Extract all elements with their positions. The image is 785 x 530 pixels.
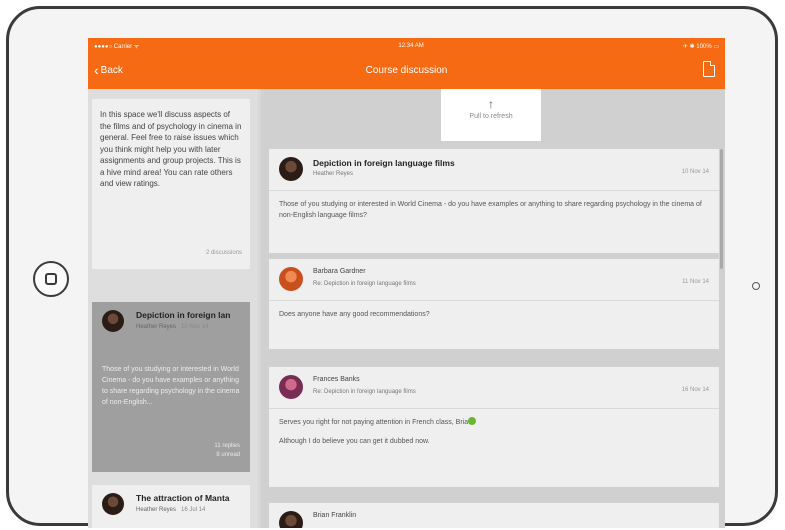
discussion-item[interactable]: Depiction in foreign lan Heather Reyes 10…	[92, 302, 250, 472]
avatar	[279, 375, 303, 399]
avatar	[102, 493, 124, 515]
page-title: Course discussion	[365, 65, 448, 76]
discussion-stats: 11 replies 8 unread	[214, 442, 240, 460]
tablet-frame: ●●●●○ Carrier ᯤ 12:34 AM ✈ ✱ 100% ▭ ‹ Ba…	[6, 6, 778, 528]
arrow-up-icon: ↑	[488, 97, 494, 111]
discussion-item[interactable]: The attraction of Manta Heather Reyes 16 …	[92, 485, 250, 528]
discussion-date: 16 Jul 14	[181, 507, 206, 513]
nav-bar: ‹ Back Course discussion	[88, 54, 725, 89]
discussion-title: The attraction of Manta	[136, 493, 230, 503]
avatar	[279, 511, 303, 528]
post-body-line: Serves you right for not paying attentio…	[279, 417, 709, 428]
camera-icon	[752, 282, 760, 290]
app-screen: ●●●●○ Carrier ᯤ 12:34 AM ✈ ✱ 100% ▭ ‹ Ba…	[88, 38, 725, 528]
post: Depiction in foreign language films Heat…	[269, 149, 719, 253]
avatar	[279, 157, 303, 181]
discussion-meta: Heather Reyes 16 Jul 14	[136, 507, 205, 513]
post-author: Brian Franklin	[313, 512, 357, 519]
unread-count: 8 unread	[216, 452, 240, 458]
discussion-snippet: Those of you studying or interested in W…	[102, 366, 240, 406]
status-bar: ●●●●○ Carrier ᯤ 12:34 AM ✈ ✱ 100% ▭	[88, 38, 725, 54]
post-title: Depiction in foreign language films	[313, 158, 455, 168]
post-date: 11 Nov 14	[682, 279, 709, 285]
post-header: Depiction in foreign language films Heat…	[269, 149, 719, 191]
reply-count: 11 replies	[214, 443, 240, 449]
smiley-icon	[468, 417, 477, 425]
post-header: Barbara Gardner Re: Depiction in foreign…	[269, 259, 719, 301]
post-body: Those of you studying or interested in W…	[279, 201, 702, 219]
post-header: Frances Banks Re: Depiction in foreign l…	[269, 367, 719, 409]
post-body: Serves you right for not paying attentio…	[269, 409, 719, 455]
discussion-thread-pane[interactable]: ↑ Pull to refresh Depiction in foreign l…	[261, 89, 725, 528]
post: Frances Banks Re: Depiction in foreign l…	[269, 367, 719, 487]
carrier-label: ●●●●○ Carrier ᯤ	[94, 44, 140, 50]
home-button[interactable]	[33, 261, 69, 297]
post: Brian Franklin	[269, 503, 719, 528]
home-square-icon	[45, 273, 57, 285]
document-icon[interactable]	[703, 61, 715, 77]
post-author: Barbara Gardner	[313, 268, 366, 275]
post-subject: Re: Depiction in foreign language films	[313, 389, 416, 395]
avatar	[102, 310, 124, 332]
refresh-label: Pull to refresh	[469, 113, 513, 120]
discussion-author: Heather Reyes	[136, 324, 177, 330]
status-time: 12:34 AM	[398, 43, 424, 49]
forum-description-text: In this space we'll discuss aspects of t…	[100, 110, 242, 188]
discussion-date: 10 Nov 14	[181, 324, 209, 330]
post: Barbara Gardner Re: Depiction in foreign…	[269, 259, 719, 349]
discussion-count: 2 discussions	[205, 249, 242, 256]
discussion-list-pane: In this space we'll discuss aspects of t…	[88, 89, 258, 528]
post-author: Heather Reyes	[313, 171, 354, 177]
pull-to-refresh: ↑ Pull to refresh	[441, 89, 541, 141]
discussion-title: Depiction in foreign lan	[136, 310, 231, 320]
avatar	[279, 267, 303, 291]
scrollbar[interactable]	[720, 149, 723, 269]
post-author: Frances Banks	[313, 376, 360, 383]
post-subject: Re: Depiction in foreign language films	[313, 281, 416, 287]
post-date: 10 Nov 14	[681, 169, 709, 175]
forum-description: In this space we'll discuss aspects of t…	[92, 99, 250, 269]
battery-indicator: ✈ ✱ 100% ▭	[682, 43, 719, 50]
post-header: Brian Franklin	[269, 503, 719, 528]
post-date: 16 Nov 14	[681, 387, 709, 393]
discussion-author: Heather Reyes	[136, 507, 177, 513]
post-body-text: Serves you right for not paying attentio…	[279, 419, 469, 426]
discussion-meta: Heather Reyes 10 Nov 14	[136, 324, 208, 330]
post-body-line: Although I do believe you can get it dub…	[279, 438, 430, 445]
post-body: Does anyone have any good recommendation…	[279, 311, 430, 318]
